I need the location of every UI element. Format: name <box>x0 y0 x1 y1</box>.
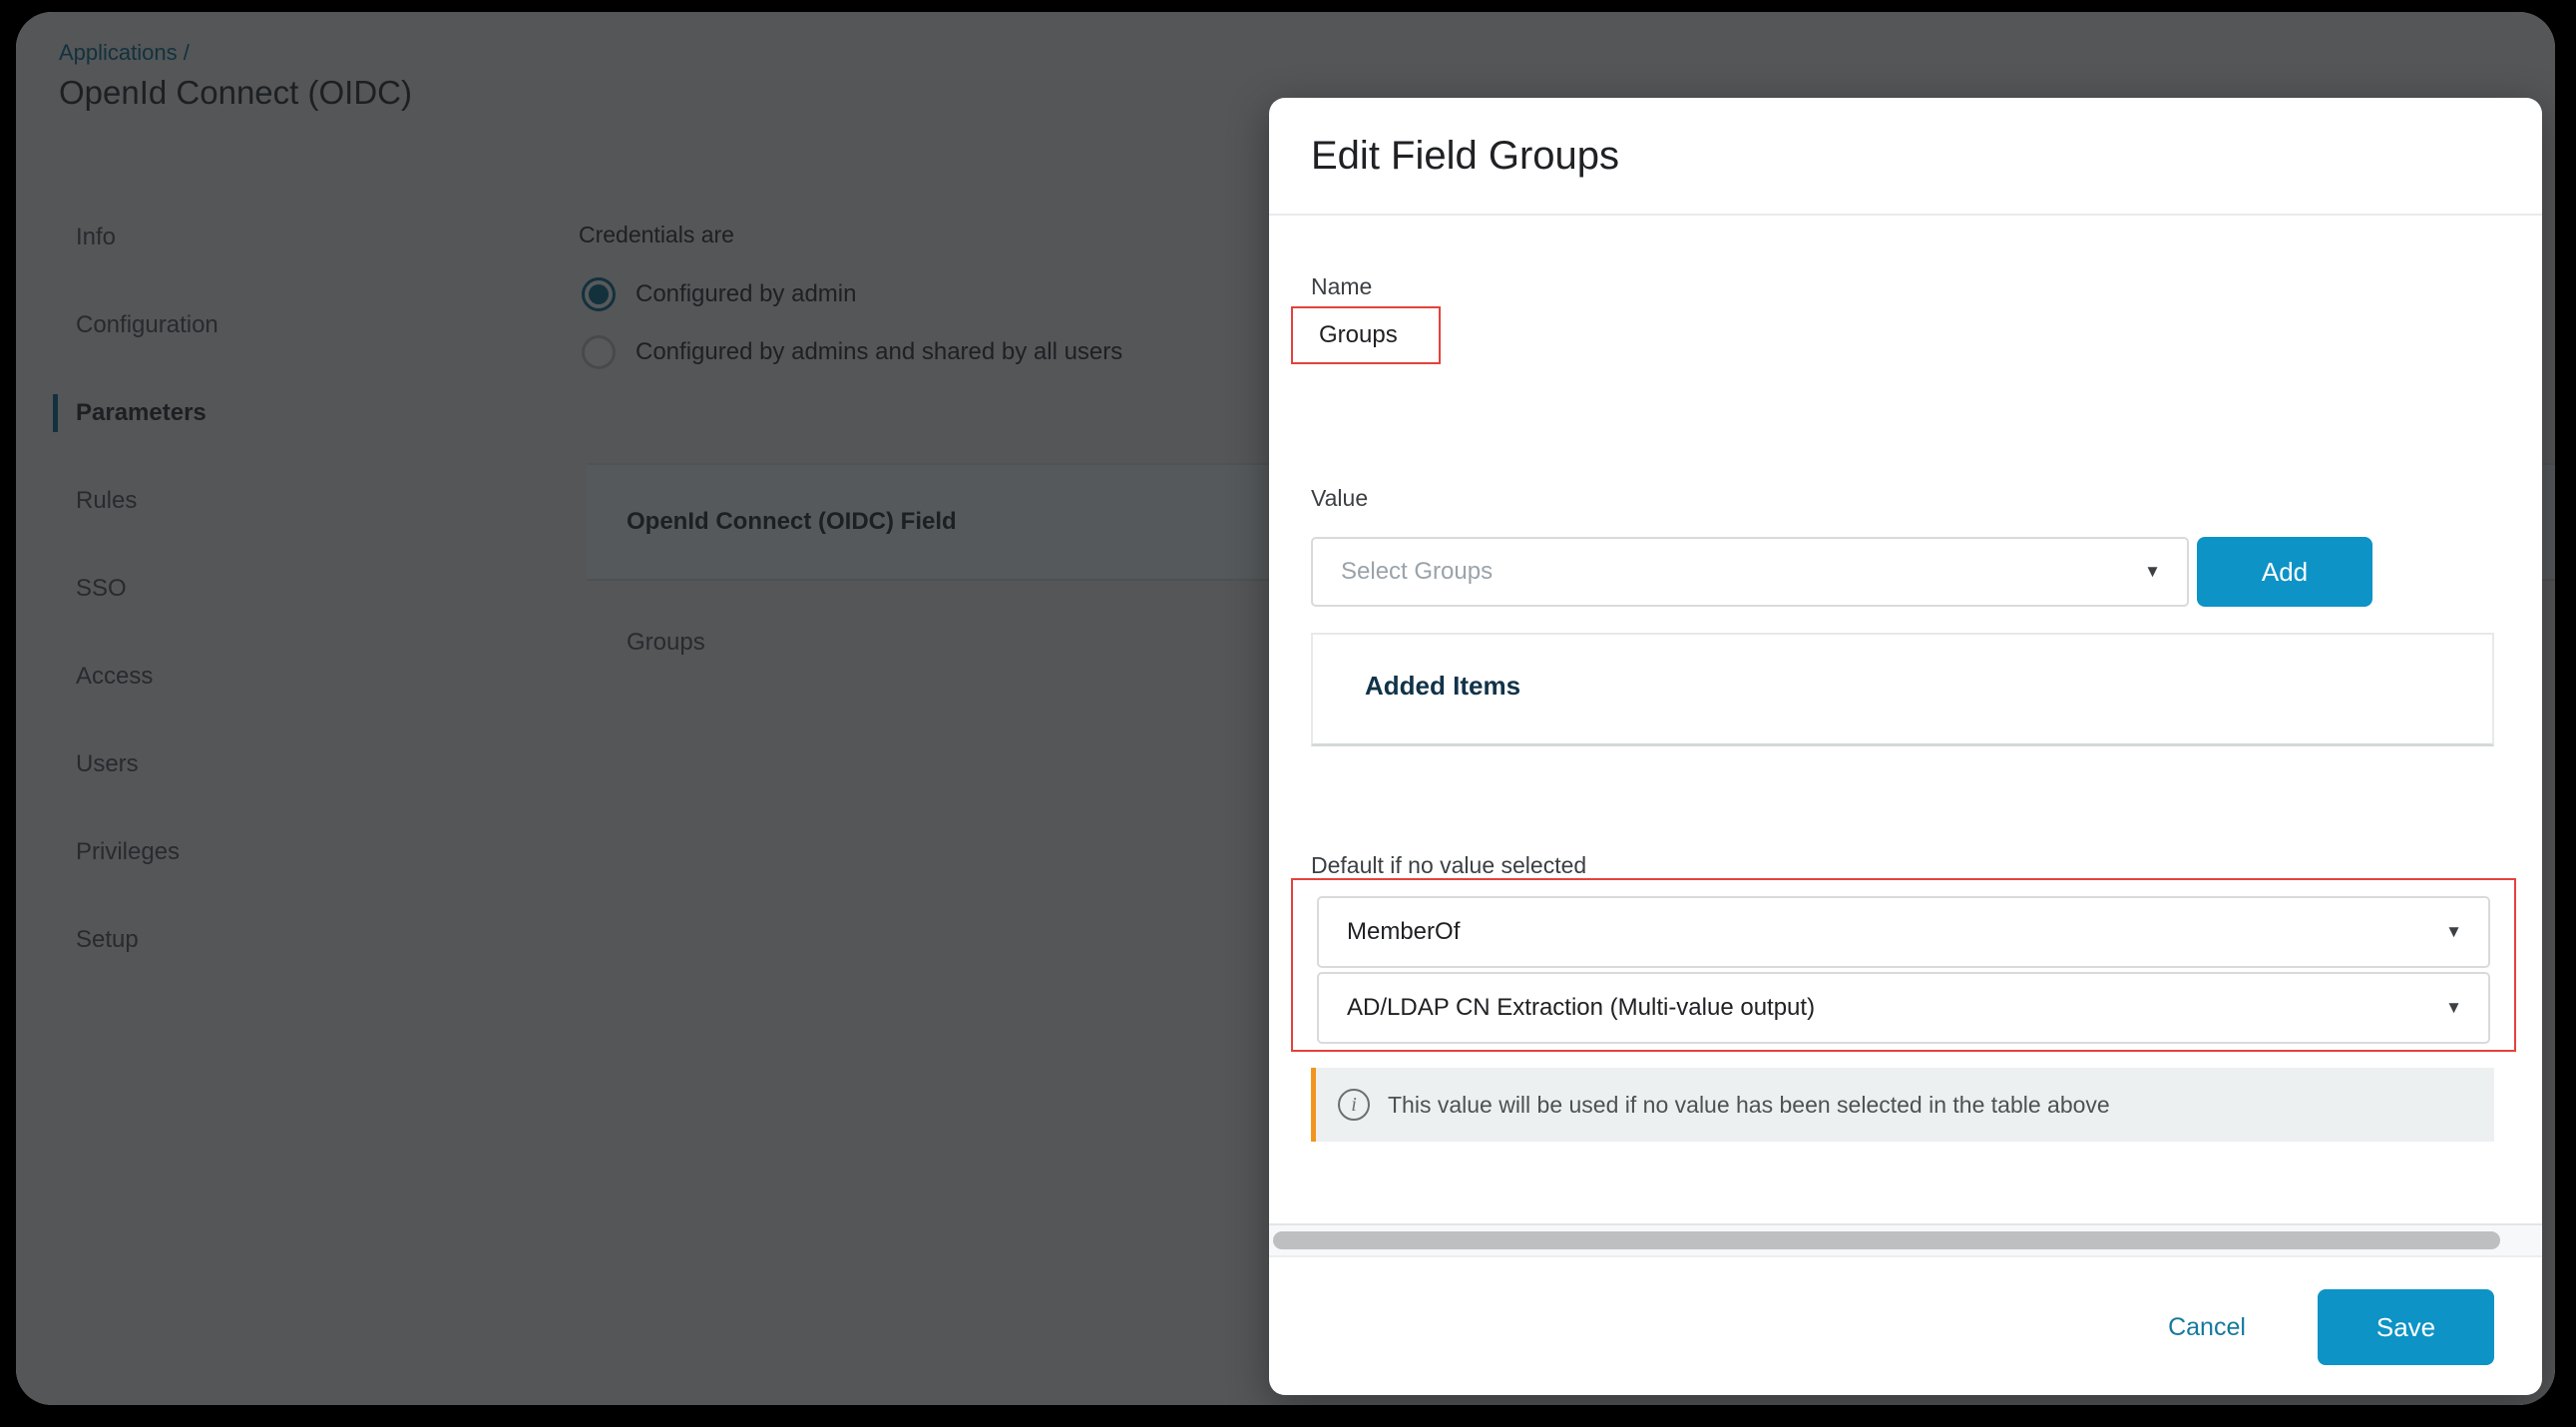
info-note-text: This value will be used if no value has … <box>1388 1092 2110 1119</box>
added-items-title: Added Items <box>1365 671 2492 702</box>
add-button[interactable]: Add <box>2197 537 2372 607</box>
default-label: Default if no value selected <box>1311 852 1586 879</box>
horizontal-scrollbar-track[interactable] <box>1269 1223 2542 1257</box>
name-input-highlighted[interactable]: Groups <box>1291 306 1441 364</box>
select-groups-dropdown[interactable]: Select Groups ▼ <box>1311 537 2189 607</box>
info-icon: i <box>1338 1089 1370 1121</box>
chevron-down-icon: ▼ <box>2144 562 2161 582</box>
memberof-dropdown[interactable]: MemberOf ▼ <box>1317 896 2490 968</box>
extraction-value: AD/LDAP CN Extraction (Multi-value outpu… <box>1347 974 1815 1042</box>
save-button[interactable]: Save <box>2318 1289 2494 1365</box>
horizontal-scrollbar-thumb[interactable] <box>1273 1231 2500 1249</box>
modal-header: Edit Field Groups <box>1269 98 2542 216</box>
name-label: Name <box>1311 273 1372 300</box>
chevron-down-icon: ▼ <box>2445 922 2462 942</box>
modal-title: Edit Field Groups <box>1311 98 1619 214</box>
select-groups-placeholder: Select Groups <box>1341 539 1493 605</box>
value-label: Value <box>1311 485 1368 512</box>
edit-field-groups-modal: Edit Field Groups Name Groups Value Sele… <box>1269 98 2542 1395</box>
name-value: Groups <box>1319 308 1439 362</box>
chevron-down-icon: ▼ <box>2445 998 2462 1018</box>
memberof-value: MemberOf <box>1347 898 1460 966</box>
annotation-box-default-dropdowns: MemberOf ▼ AD/LDAP CN Extraction (Multi-… <box>1291 878 2516 1052</box>
added-items-panel: Added Items <box>1311 633 2494 746</box>
app-window: Applications / OpenId Connect (OIDC) Inf… <box>16 12 2555 1405</box>
info-note: i This value will be used if no value ha… <box>1311 1068 2494 1142</box>
extraction-dropdown[interactable]: AD/LDAP CN Extraction (Multi-value outpu… <box>1317 972 2490 1044</box>
cancel-button[interactable]: Cancel <box>2127 1289 2287 1365</box>
